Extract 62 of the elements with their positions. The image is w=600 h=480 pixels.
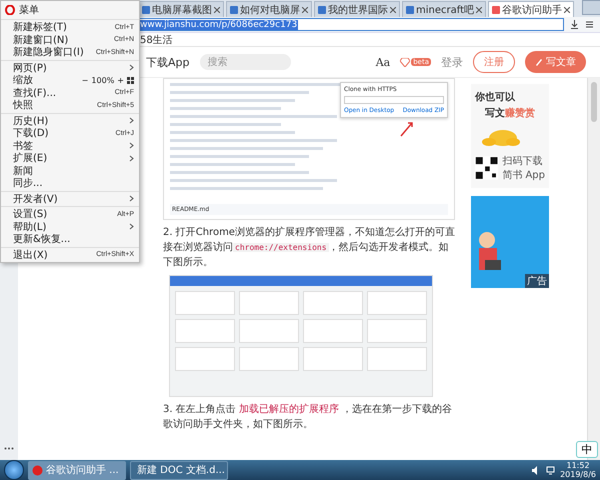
bookmark-link[interactable]: 58生活 [140,32,173,46]
browser-tab[interactable]: 我的世界国际 [314,1,400,17]
page-icon [142,6,150,14]
browser-tab[interactable]: 谷歌访问助手 [488,1,574,17]
chevron-right-icon [129,195,134,202]
ad-label: 广告 [525,274,549,288]
ad-banner[interactable]: 广告 [471,196,549,288]
browser-tab[interactable]: 电脑屏幕截图 [138,1,224,17]
pen-icon [535,58,543,66]
close-icon[interactable] [564,6,570,12]
submenu-item[interactable]: 开发者(V) [1,192,139,205]
font-size-button[interactable]: Aa [376,56,390,68]
address-field[interactable]: www.jianshu.com/p/6086ec29c173 [138,18,564,31]
zoom-out-button[interactable]: − [82,76,88,85]
ad-headline: 写文赚赞赏 [484,106,536,120]
login-link[interactable]: 登录 [441,54,463,70]
close-icon[interactable] [476,6,482,12]
zoom-label: 缩放 [13,74,33,88]
submenu-item[interactable]: 网页(P) [1,62,139,74]
network-icon[interactable] [546,466,556,474]
close-icon[interactable] [302,6,308,12]
menu-icon[interactable] [585,20,594,29]
download-icon[interactable] [570,20,579,29]
close-icon[interactable] [214,6,220,12]
page-icon [492,6,500,14]
taskbar-button[interactable]: 新建 DOC 文档.d... [130,460,228,480]
search-field[interactable]: 搜索 [200,54,290,70]
opera-logo-icon [5,5,15,15]
submenu-item[interactable]: 书签 [1,140,139,152]
zoom-in-button[interactable]: + [117,76,124,85]
arrow-icon [400,121,414,137]
zoom-value: 100% [91,76,114,85]
qr-caption: 简书 App [502,168,545,182]
menu-item[interactable]: 更新&恢复... [1,233,139,246]
menu-item[interactable]: 同步... [1,177,139,190]
page-icon [318,6,326,14]
download-app-link[interactable]: 下载App [146,54,190,70]
app-icon [32,464,43,476]
step-paragraph: 2. 打开Chrome浏览器的扩展程序管理器，不知道怎么打开的可直接在浏览器访问 chrome://extensions ，然后勾选开发者模式。如下图所示。 [163,226,455,270]
qr-code-icon [475,155,498,181]
submenu-item[interactable]: 扩展(E) [1,152,139,164]
step-paragraph: 3. 在左上角点击 加载已解压的扩展程序 ，选在在第一步下载的谷歌访问助手文件夹，如下图所示。 [163,402,454,432]
submenu-item[interactable]: 历史(H) [1,114,139,127]
qr-caption: 扫码下载 [502,154,544,168]
fullscreen-icon[interactable] [127,76,134,84]
chevron-right-icon [129,223,134,230]
chevron-right-icon [129,117,134,124]
chevron-right-icon [129,64,134,72]
input-method-button[interactable]: 中 [576,441,598,458]
page-icon [230,6,238,14]
more-icon[interactable] [4,447,14,450]
clock[interactable]: 11:52 2019/8/6 [560,461,596,479]
ad-card[interactable]: 你也可以 写文赚赞赏 扫码下载 简书 App [471,84,549,188]
submenu-item[interactable]: 帮助(L) [1,220,139,233]
ad-headline: 你也可以 [475,90,516,104]
close-icon[interactable] [390,6,396,12]
menu-item[interactable]: 新闻 [1,164,139,177]
browser-tab[interactable]: minecraft吧 [402,1,486,17]
browser-tab[interactable]: 如何对电脑屏 [226,1,312,17]
page-icon [406,6,414,14]
menu-title: 菜单 [19,4,39,17]
start-button[interactable] [4,460,24,480]
